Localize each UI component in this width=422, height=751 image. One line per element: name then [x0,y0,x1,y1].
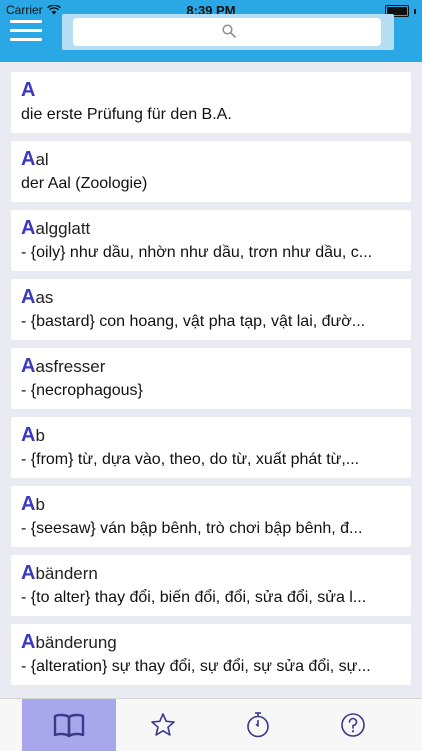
entry-word: A [21,78,401,102]
app-header: Carrier 8:39 PM [0,0,422,62]
entry-initial: A [21,217,36,239]
search-bar [62,14,394,50]
entry-initial: A [21,286,36,308]
help-icon [341,713,365,737]
entry-initial: A [21,79,36,101]
entry-word: Abändern [21,561,401,585]
entry-meaning: die erste Prüfung für den B.A. [21,106,232,123]
entry-rest: bändern [35,564,98,583]
entry-initial: A [21,562,36,584]
entry-initial: A [21,631,36,653]
book-icon [53,713,85,738]
list-item[interactable]: Ab - {seesaw} ván bập bênh, trò chơi bập… [11,486,411,547]
list-item[interactable]: A die erste Prüfung für den B.A. [11,72,411,133]
entry-meaning: - {alteration} sự thay đổi, sự đổi, sự s… [21,658,371,675]
list-item[interactable]: Aas - {bastard} con hoang, vật pha tạp, … [11,279,411,340]
tab-bar [0,698,422,751]
entry-rest: b [35,495,45,514]
tab-dictionary[interactable] [22,699,116,751]
entry-rest: algglatt [35,219,91,238]
entry-meaning: - {bastard} con hoang, vật pha tạp, vật … [21,313,366,330]
tab-help[interactable] [306,699,400,751]
entry-word: Aas [21,285,401,309]
entry-initial: A [21,148,36,170]
tab-history[interactable] [211,699,305,751]
entry-meaning: - {oily} như dầu, nhờn như dầu, trơn như… [21,244,373,261]
list-item[interactable]: Aal der Aal (Zoologie) [11,141,411,202]
hamburger-icon [10,20,42,23]
entry-word: Ab [21,423,401,447]
entry-meaning: - {seesaw} ván bập bênh, trò chơi bập bê… [21,520,363,537]
entry-word: Aal [21,147,401,171]
star-icon [151,713,175,736]
entry-rest: al [35,150,49,169]
list-item[interactable]: Ab - {from} từ, dựa vào, theo, do từ, xu… [11,417,411,478]
entry-list: A die erste Prüfung für den B.A. Aal der… [0,62,422,698]
entry-word: Aasfresser [21,354,401,378]
entry-initial: A [21,355,36,377]
list-item[interactable]: Aasfresser - {necrophagous} [11,348,411,409]
entry-rest: asfresser [35,357,106,376]
stopwatch-icon [247,712,269,738]
menu-button[interactable] [10,20,44,44]
entry-meaning: - {to alter} thay đổi, biến đổi, đổi, sử… [21,589,367,606]
entry-meaning: - {necrophagous} [21,382,143,399]
search-icon [222,24,236,38]
list-item[interactable]: Abänderung - {alteration} sự thay đổi, s… [11,624,411,685]
entry-word: Ab [21,492,401,516]
list-item[interactable]: Aalgglatt - {oily} như dầu, nhờn như dầu… [11,210,411,271]
entry-meaning: der Aal (Zoologie) [21,175,148,192]
entry-rest: b [35,426,45,445]
list-item[interactable]: Abändern - {to alter} thay đổi, biến đổi… [11,555,411,616]
entry-initial: A [21,493,36,515]
entry-word: Aalgglatt [21,216,401,240]
entry-word: Abänderung [21,630,401,654]
entry-meaning: - {from} từ, dựa vào, theo, do từ, xuất … [21,451,360,468]
entry-initial: A [21,424,36,446]
tab-favorites[interactable] [116,699,210,751]
entry-rest: as [35,288,54,307]
entry-rest: bänderung [35,633,117,652]
